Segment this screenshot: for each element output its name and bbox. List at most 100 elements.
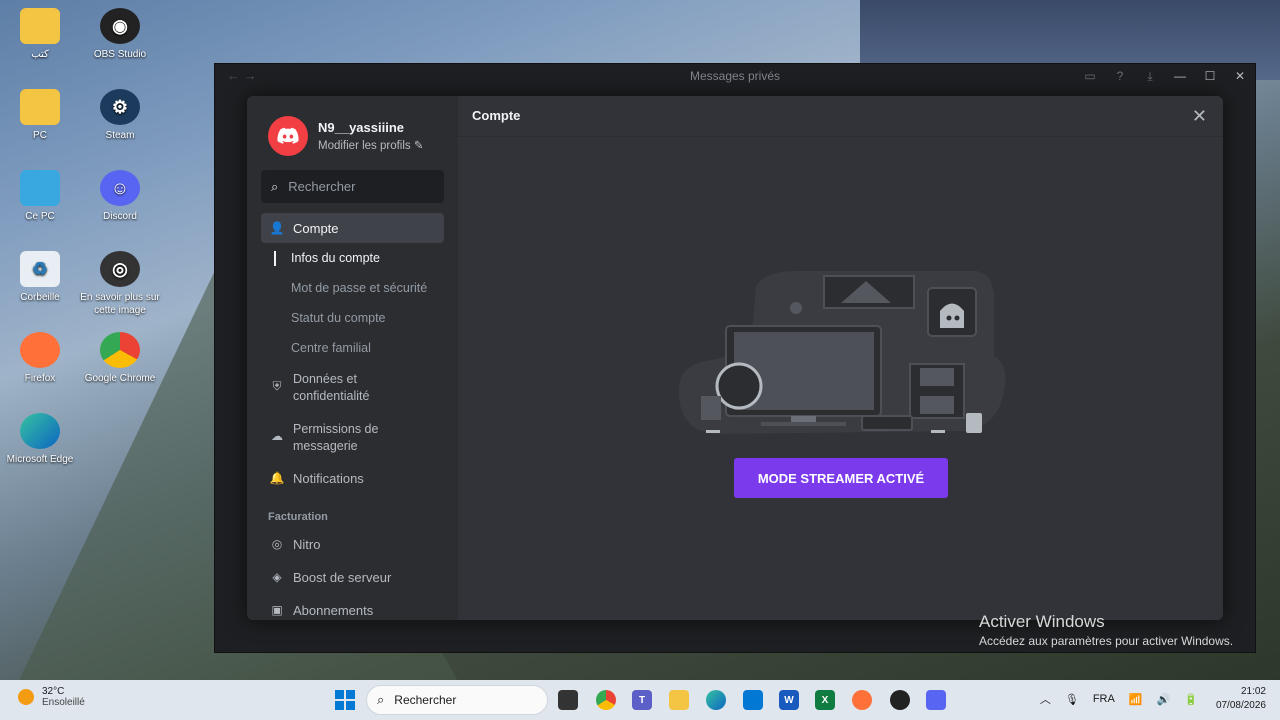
store-icon[interactable]: [743, 690, 763, 710]
desktop-icon-label: OBS Studio: [93, 49, 147, 60]
sidebar-item-label: messagerie: [293, 439, 358, 453]
excel-icon[interactable]: X: [815, 690, 835, 710]
settings-content: Compte ✕ MODE STREAMER ACTIVÉ: [458, 96, 1223, 620]
search-input[interactable]: ⌕ Rechercher: [261, 170, 444, 203]
file-explorer-icon[interactable]: [669, 690, 689, 710]
sidebar-item-label: confidentialité: [293, 389, 370, 403]
inbox-icon[interactable]: ▭: [1075, 69, 1105, 83]
sidebar-item-nitro[interactable]: ◎ Nitro: [261, 529, 444, 559]
clock-time: 21:02: [1240, 686, 1266, 697]
window-controls: ▭ ? ⤓ — ☐ ✕: [1075, 64, 1255, 88]
temperature: 32°C: [42, 686, 65, 697]
sidebar-item-subscriptions[interactable]: ▣ Abonnements: [261, 595, 444, 620]
clock-date: 07/08/2026: [1215, 700, 1266, 711]
close-icon[interactable]: ✕: [1192, 106, 1207, 127]
desktop-icon-folder[interactable]: كتب: [0, 8, 80, 61]
user-icon: 👤: [269, 221, 285, 235]
start-button[interactable]: [335, 690, 355, 710]
activation-subtitle: Accédez aux paramètres pour activer Wind…: [979, 634, 1234, 648]
sidebar-subitem-account-status[interactable]: Statut du compte: [261, 303, 444, 333]
search-icon: ⌕: [377, 692, 385, 707]
desktop-icon-label: Ce PC: [25, 211, 55, 222]
desktop-icon-obs[interactable]: ◉ OBS Studio: [80, 8, 160, 61]
sidebar-item-label: Abonnements: [293, 602, 374, 618]
chrome-icon: [100, 332, 140, 368]
search-icon: ⌕: [271, 178, 279, 194]
sidebar-subitem-password-security[interactable]: Mot de passe et sécurité: [261, 273, 444, 303]
streamer-mode-button[interactable]: MODE STREAMER ACTIVÉ: [734, 458, 948, 498]
section-header-billing: Facturation: [268, 511, 328, 523]
folder-icon: [20, 8, 60, 44]
camera-icon: ◎: [100, 251, 140, 287]
sidebar-subitem-family-center[interactable]: Centre familial: [261, 333, 444, 363]
subscription-icon: ▣: [271, 603, 283, 617]
monitor-icon: [20, 170, 60, 206]
download-icon[interactable]: ⤓: [1135, 69, 1165, 84]
chevron-up-icon[interactable]: ︿: [1040, 691, 1051, 707]
folder-icon: [20, 89, 60, 125]
shield-icon: ⛨: [272, 379, 282, 393]
wifi-icon[interactable]: 📶: [1129, 693, 1143, 706]
desktop-icon-label: Google Chrome: [84, 373, 156, 384]
desktop-icon-this-pc[interactable]: Ce PC: [0, 170, 80, 223]
desktop-icon-firefox[interactable]: Firefox: [0, 332, 80, 385]
sidebar-item-label: Nitro: [293, 536, 321, 552]
obs-taskbar-icon[interactable]: [890, 690, 910, 710]
help-icon[interactable]: ?: [1105, 69, 1135, 83]
chrome-taskbar-icon[interactable]: [596, 690, 616, 710]
sidebar-item-server-boost[interactable]: ◈ Boost de serveur: [261, 562, 444, 592]
settings-sidebar: N9__yassiiine Modifier les profils ✎ ⌕ R…: [247, 96, 458, 620]
desktop-icon-label: Firefox: [24, 373, 56, 384]
battery-icon[interactable]: 🔋: [1184, 693, 1198, 706]
desktop-icon-chrome[interactable]: Google Chrome: [80, 332, 160, 385]
weather-status: Ensoleillé: [42, 697, 85, 708]
back-forward-icon[interactable]: ← →: [227, 68, 257, 83]
desktop-icon-label: كتب: [31, 49, 49, 60]
microphone-icon[interactable]: 🎙: [1065, 693, 1079, 706]
edge-icon: [20, 413, 60, 449]
desktop-icon-label: Steam: [105, 130, 135, 141]
discord-logo-icon: [277, 127, 299, 144]
volume-icon[interactable]: 🔊: [1157, 693, 1171, 706]
desktop-icon-steam[interactable]: ⚙ Steam: [80, 89, 160, 142]
firefox-icon: [20, 332, 60, 368]
avatar[interactable]: [268, 116, 308, 156]
weather-widget[interactable]: 32°C Ensoleillé: [18, 686, 85, 708]
steam-icon: ⚙: [100, 89, 140, 125]
desktop-icon-learn-image[interactable]: ◎ En savoir plus sur cette image: [80, 251, 160, 317]
edit-profiles-link[interactable]: Modifier les profils ✎: [318, 138, 424, 152]
sidebar-item-message-permissions[interactable]: ☁ Permissions de messagerie: [261, 413, 444, 463]
edge-taskbar-icon[interactable]: [706, 690, 726, 710]
word-icon[interactable]: W: [779, 690, 799, 710]
desktop-icon-label: PC: [33, 130, 47, 141]
discord-taskbar-icon[interactable]: [926, 690, 946, 710]
teams-icon[interactable]: T: [632, 690, 652, 710]
discord-icon: ☺: [100, 170, 140, 206]
activation-title: Activer Windows: [979, 612, 1105, 631]
minimize-icon[interactable]: —: [1165, 69, 1195, 83]
desktop-icon-pc-folder[interactable]: PC: [0, 89, 80, 142]
clock[interactable]: 21:02 07/08/2026: [1216, 685, 1266, 713]
sidebar-item-account[interactable]: 👤 Compte: [261, 213, 444, 243]
close-window-icon[interactable]: ✕: [1225, 69, 1255, 83]
desktop-icon-label: Discord: [103, 211, 137, 222]
maximize-icon[interactable]: ☐: [1195, 69, 1225, 83]
sidebar-item-data-privacy[interactable]: ⛨ Données et confidentialité: [261, 363, 444, 413]
firefox-taskbar-icon[interactable]: [852, 690, 872, 710]
sidebar-item-label: Notifications: [293, 470, 364, 486]
sidebar-subitem-account-info[interactable]: Infos du compte: [261, 243, 444, 273]
task-view-icon[interactable]: [558, 690, 578, 710]
sun-icon: [18, 689, 34, 705]
windows-activation-watermark: Activer Windows Accédez aux paramètres p…: [979, 612, 1233, 648]
sidebar-item-notifications[interactable]: 🔔 Notifications: [261, 463, 444, 493]
desktop-icon-recycle-bin[interactable]: ♻ Corbeille: [0, 251, 80, 304]
desktop-icon-edge[interactable]: Microsoft Edge: [0, 413, 80, 466]
streamer-mode-illustration: [678, 271, 1006, 434]
sidebar-item-label: Compte: [293, 220, 339, 236]
window-title: Messages privés: [689, 69, 781, 83]
settings-modal: N9__yassiiine Modifier les profils ✎ ⌕ R…: [247, 96, 1223, 620]
desktop-icon-discord[interactable]: ☺ Discord: [80, 170, 160, 223]
username: N9__yassiiine: [318, 120, 405, 135]
taskbar-search[interactable]: ⌕ Rechercher: [366, 685, 548, 715]
language-indicator[interactable]: FRA: [1093, 693, 1115, 705]
